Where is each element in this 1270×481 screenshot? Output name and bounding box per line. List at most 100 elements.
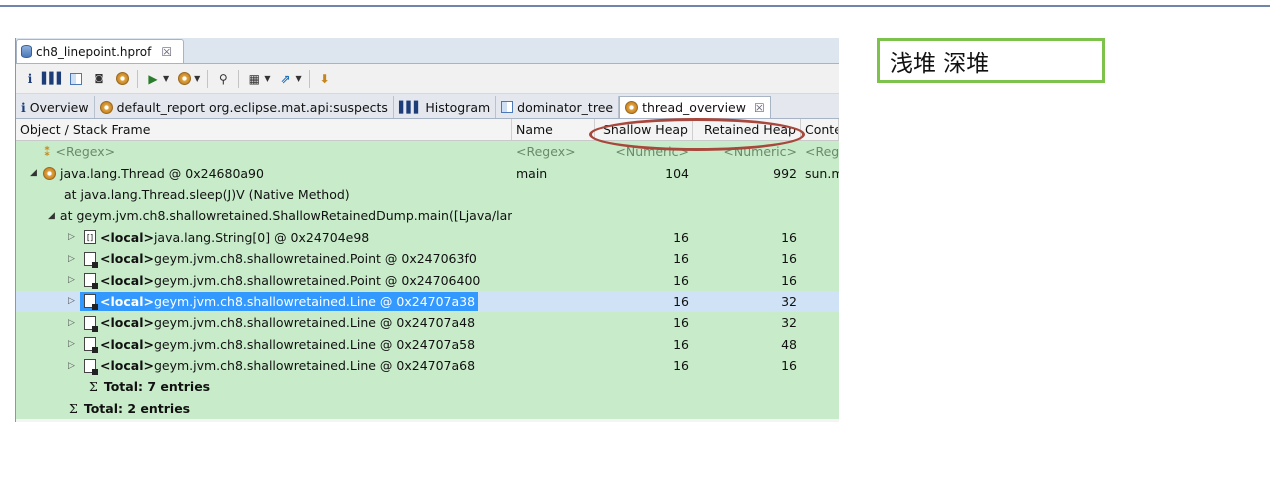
tab-histogram[interactable]: ▌▌▌ Histogram	[394, 96, 497, 118]
view-tabs: i Overview default_report org.eclipse.ma…	[16, 94, 839, 119]
table-row[interactable]: ◢ java.lang.Thread @ 0x24680a90 main 104…	[16, 162, 839, 184]
row-shallow: 16	[673, 358, 689, 374]
chevron-down-icon[interactable]: ▼	[264, 74, 270, 83]
row-context: sun.m	[805, 165, 839, 181]
row-shallow: 16	[673, 315, 689, 331]
local-label: <local>	[100, 251, 154, 267]
editor-tabbar: ch8_linepoint.hprof ☒	[16, 38, 839, 64]
search-icon[interactable]: ⚲	[215, 71, 231, 87]
expand-icon[interactable]: ▷	[68, 318, 78, 328]
tab-label: dominator_tree	[517, 99, 614, 115]
row-retained: 16	[781, 358, 797, 374]
table-row[interactable]: ▷ <local> geym.jvm.ch8.shallowretained.L…	[16, 354, 839, 377]
row-retained: 32	[781, 293, 797, 309]
tab-overview[interactable]: i Overview	[16, 96, 95, 118]
tab-label: Overview	[29, 99, 89, 115]
heap-dump-icon[interactable]: ⬇	[317, 71, 333, 87]
collapse-icon[interactable]: ◢	[30, 168, 40, 178]
sigma-icon: Σ	[89, 379, 98, 395]
thread-table: Object / Stack Frame Name Shallow Heap R…	[16, 119, 839, 420]
chevron-down-icon[interactable]: ▼	[295, 74, 301, 83]
object-icon	[84, 337, 98, 354]
total-row-inner: Σ Total: 7 entries	[16, 376, 839, 398]
tab-label: thread_overview	[642, 100, 746, 115]
calculator-icon[interactable]: ▦	[246, 71, 262, 87]
row-object: geym.jvm.ch8.shallowretained.Line @ 0x24…	[153, 336, 476, 352]
expand-icon[interactable]: ▷	[68, 361, 78, 371]
histogram-icon[interactable]: ▌▌▌	[42, 71, 65, 87]
row-object: geym.jvm.ch8.shallowretained.Line @ 0x24…	[153, 358, 476, 374]
dominator-tree-icon[interactable]	[68, 71, 84, 87]
tab-default-report[interactable]: default_report org.eclipse.mat.api:suspe…	[95, 96, 394, 118]
close-icon[interactable]: ☒	[161, 45, 172, 59]
editor-tab-hprof[interactable]: ch8_linepoint.hprof ☒	[16, 39, 184, 63]
row-retained: 16	[781, 272, 797, 288]
run-report-icon[interactable]: ▶	[145, 71, 161, 87]
regex-filter-context[interactable]: <Reg	[801, 141, 839, 162]
table-row-selected[interactable]: ▷ <local> geym.jvm.ch8.shallowretained.L…	[16, 290, 839, 313]
row-shallow: 104	[665, 165, 689, 181]
histogram-icon: ▌▌▌	[398, 100, 422, 114]
dominator-tree-icon	[501, 101, 514, 113]
local-label: <local>	[100, 272, 154, 288]
table-row[interactable]: ▷ [] <local> java.lang.String[0] @ 0x247…	[16, 226, 839, 248]
row-object: at geym.jvm.ch8.shallowretained.ShallowR…	[59, 208, 512, 224]
table-row[interactable]: ▷ <local> geym.jvm.ch8.shallowretained.L…	[16, 333, 839, 355]
filter-icon: ⁑	[44, 144, 51, 160]
row-retained: 48	[781, 336, 797, 352]
row-shallow: 16	[673, 293, 689, 309]
expand-icon[interactable]: ▷	[68, 296, 78, 306]
info-icon[interactable]: i	[22, 71, 38, 87]
row-shallow: 16	[673, 251, 689, 267]
regex-filter-name[interactable]: <Regex>	[512, 141, 595, 162]
thread-icon	[43, 166, 56, 180]
expand-icon[interactable]: ▷	[68, 254, 78, 264]
row-retained: 992	[773, 165, 797, 181]
column-header-name[interactable]: Name	[512, 119, 595, 140]
tab-label: default_report org.eclipse.mat.api:suspe…	[116, 99, 388, 115]
row-shallow: 16	[673, 229, 689, 245]
table-row[interactable]: at java.lang.Thread.sleep(J)V (Native Me…	[16, 183, 839, 206]
expand-icon[interactable]: ▷	[68, 339, 78, 349]
close-icon[interactable]: ☒	[754, 101, 765, 115]
oql-icon[interactable]: ◙	[91, 71, 107, 87]
tab-dominator-tree[interactable]: dominator_tree	[496, 96, 620, 118]
sigma-icon: Σ	[69, 400, 78, 416]
thread-overview-icon[interactable]	[114, 71, 130, 87]
object-icon	[84, 358, 98, 375]
row-retained: 32	[781, 315, 797, 331]
row-object: geym.jvm.ch8.shallowretained.Point @ 0x2…	[153, 272, 481, 288]
collapse-icon[interactable]: ◢	[48, 211, 55, 221]
total-label: Total: 2 entries	[83, 400, 191, 416]
total-row-outer: Σ Total: 2 entries	[16, 397, 839, 420]
toolbar-separator	[238, 69, 240, 88]
tab-thread-overview[interactable]: thread_overview ☒	[619, 96, 771, 118]
mat-editor-window: ch8_linepoint.hprof ☒ i ▌▌▌ ◙ ▶ ▼ ▼ ⚲ ▦ …	[15, 38, 839, 422]
toolbar-separator	[137, 69, 138, 88]
toolbar-separator	[308, 69, 310, 88]
row-name: main	[516, 165, 548, 181]
export-icon[interactable]: ⇗	[277, 71, 293, 87]
row-shallow: 16	[673, 336, 689, 352]
tab-label: Histogram	[425, 99, 491, 115]
editor-tab-label: ch8_linepoint.hprof	[36, 44, 152, 59]
table-row[interactable]: ▷ <local> geym.jvm.ch8.shallowretained.P…	[16, 269, 839, 291]
query-browser-icon[interactable]	[176, 71, 192, 87]
table-row[interactable]: ◢ at geym.jvm.ch8.shallowretained.Shallo…	[16, 205, 839, 227]
row-object: geym.jvm.ch8.shallowretained.Line @ 0x24…	[153, 315, 476, 331]
table-row[interactable]: ▷ <local> geym.jvm.ch8.shallowretained.L…	[16, 312, 839, 334]
column-header-context[interactable]: Conte	[801, 119, 839, 140]
local-label: <local>	[100, 315, 154, 331]
chevron-down-icon[interactable]: ▼	[194, 74, 200, 83]
chevron-down-icon[interactable]: ▼	[163, 74, 169, 83]
selection-highlight[interactable]: <local> geym.jvm.ch8.shallowretained.Lin…	[80, 291, 479, 311]
object-icon	[84, 251, 98, 268]
expand-icon[interactable]: ▷	[68, 232, 78, 242]
object-icon	[84, 294, 98, 311]
table-row[interactable]: ▷ <local> geym.jvm.ch8.shallowretained.P…	[16, 247, 839, 270]
row-shallow: 16	[673, 272, 689, 288]
column-header-object[interactable]: Object / Stack Frame	[16, 119, 512, 140]
toolbar-separator	[207, 69, 209, 88]
regex-filter-object[interactable]: ⁑ <Regex>	[16, 141, 512, 162]
expand-icon[interactable]: ▷	[68, 275, 78, 285]
